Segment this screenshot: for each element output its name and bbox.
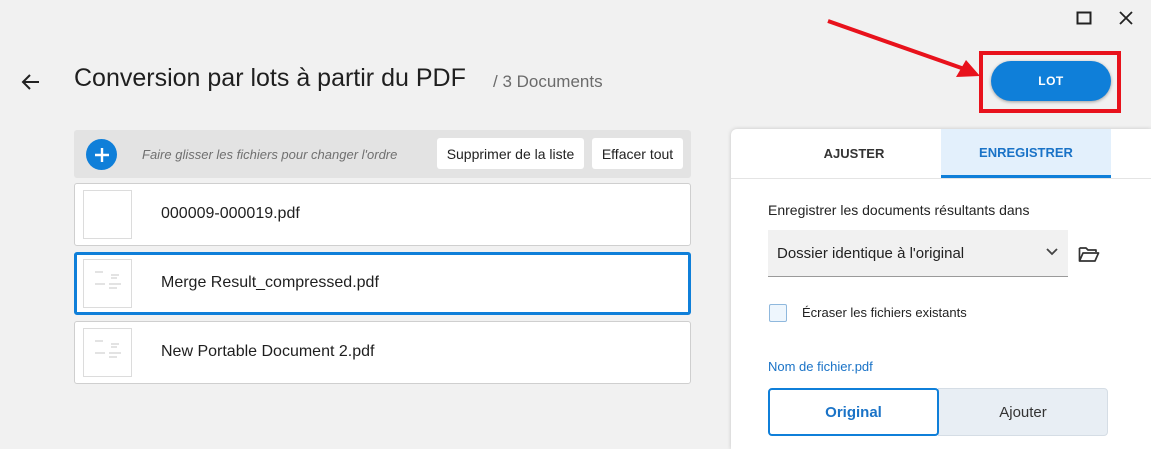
file-name: 000009-000019.pdf	[161, 205, 300, 222]
document-count: / 3 Documents	[493, 72, 603, 91]
settings-panel: AJUSTER ENREGISTRER Enregistrer les docu…	[731, 129, 1151, 449]
filename-mode-toggle: Original Ajouter	[768, 388, 1108, 436]
file-list-toolbar: Faire glisser les fichiers pour changer …	[74, 130, 691, 178]
filename-mode-original-button[interactable]: Original	[768, 388, 939, 436]
add-file-button[interactable]	[86, 139, 117, 170]
tab-enregistrer[interactable]: ENREGISTRER	[941, 129, 1111, 178]
file-name: Merge Result_compressed.pdf	[161, 274, 379, 291]
drag-hint: Faire glisser les fichiers pour changer …	[142, 147, 398, 162]
overwrite-label[interactable]: Écraser les fichiers existants	[802, 305, 967, 320]
save-location-label: Enregistrer les documents résultants dan…	[768, 202, 1030, 218]
close-icon[interactable]	[1114, 6, 1138, 30]
tab-ajuster[interactable]: AJUSTER	[761, 129, 947, 177]
file-name: New Portable Document 2.pdf	[161, 343, 375, 360]
file-row[interactable]: New Portable Document 2.pdf	[74, 321, 691, 384]
file-thumbnail	[83, 328, 132, 377]
output-folder-select[interactable]: Dossier identique à l'original	[768, 230, 1068, 277]
clear-all-button[interactable]: Effacer tout	[592, 138, 683, 169]
file-row-selected[interactable]: Merge Result_compressed.pdf	[74, 252, 691, 315]
page-title: Conversion par lots à partir du PDF	[74, 64, 466, 92]
remove-from-list-button[interactable]: Supprimer de la liste	[437, 138, 584, 169]
file-thumbnail	[83, 259, 132, 308]
annotation-arrow-icon	[827, 19, 980, 77]
maximize-icon[interactable]	[1072, 6, 1096, 30]
lot-button[interactable]: LOT	[991, 61, 1111, 101]
chevron-down-icon	[1046, 248, 1058, 256]
filename-mode-append-button[interactable]: Ajouter	[938, 388, 1108, 436]
overwrite-checkbox[interactable]	[769, 304, 787, 322]
filename-link[interactable]: Nom de fichier.pdf	[768, 359, 873, 374]
file-thumbnail	[83, 190, 132, 239]
file-row[interactable]: 000009-000019.pdf	[74, 183, 691, 246]
back-arrow-icon[interactable]	[18, 69, 44, 95]
output-folder-value: Dossier identique à l'original	[777, 245, 965, 262]
folder-open-icon[interactable]	[1077, 243, 1101, 265]
panel-tabs: AJUSTER ENREGISTRER	[731, 129, 1151, 179]
plus-icon	[94, 147, 109, 162]
